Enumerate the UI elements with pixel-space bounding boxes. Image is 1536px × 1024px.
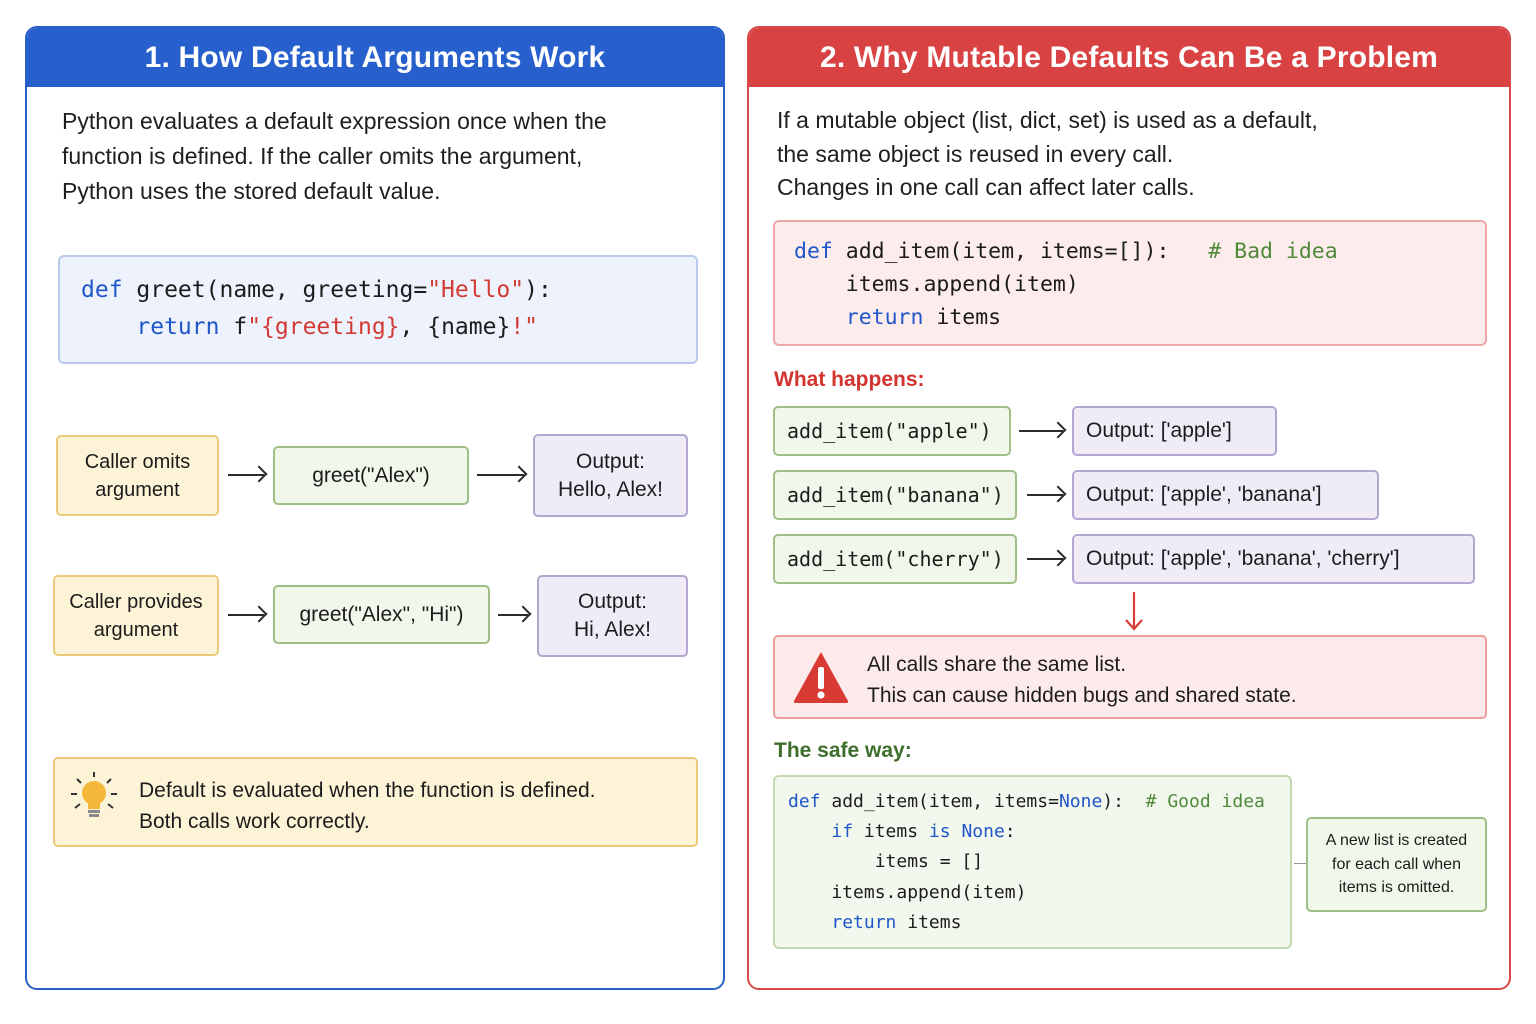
tip-callout: Default is evaluated when the function i… — [53, 757, 698, 847]
mutable-defaults-panel: 2. Why Mutable Defaults Can Be a Problem… — [747, 26, 1511, 990]
good-code-block: def add_item(item, items=None): # Good i… — [773, 775, 1292, 949]
left-panel-title: 1. How Default Arguments Work — [27, 28, 723, 87]
right-intro-line-1: If a mutable object (list, dict, set) is… — [777, 107, 1318, 133]
output-banana-box: Output: ['apple', 'banana'] — [1072, 470, 1379, 520]
greet-code-block: def greet(name, greeting="Hello"): retur… — [58, 255, 698, 364]
greet-call-box: greet("Alex") — [273, 446, 469, 505]
what-happens-label: What happens: — [774, 368, 925, 391]
right-arrow-icon — [228, 474, 264, 476]
good-code-line-1: def add_item(item, items=None): # Good i… — [788, 791, 1265, 812]
right-arrow-icon — [1027, 494, 1063, 496]
code-line-2: return f"{greeting}, {name}!" — [136, 314, 539, 340]
caller-provides-box: Caller provides argument — [53, 575, 219, 656]
right-arrow-icon — [498, 614, 528, 616]
code-line-1: def greet(name, greeting="Hello"): — [81, 277, 552, 303]
right-arrow-icon — [477, 474, 524, 476]
lightbulb-icon — [71, 772, 117, 817]
bad-code-line-3: return items — [845, 305, 1002, 330]
output-cherry-box: Output: ['apple', 'banana', 'cherry'] — [1072, 534, 1475, 584]
output-hello-box: Output: Hello, Alex! — [533, 434, 688, 517]
tip-text: Default is evaluated when the function i… — [139, 779, 596, 833]
greet-call-hi-box: greet("Alex", "Hi") — [273, 585, 490, 644]
warning-callout: All calls share the same list. This can … — [773, 635, 1487, 719]
good-code-line-2: if items is None: — [831, 821, 1016, 843]
right-arrow-icon — [228, 614, 264, 616]
call-banana-box: add_item("banana") — [773, 470, 1017, 520]
safe-way-note: A new list is created for each call when… — [1306, 817, 1487, 912]
right-panel-title: 2. Why Mutable Defaults Can Be a Problem — [749, 28, 1509, 87]
warning-triangle-icon — [793, 652, 849, 703]
left-intro-line-2: function is defined. If the caller omits… — [62, 143, 583, 169]
left-intro-line-1: Python evaluates a default expression on… — [62, 108, 607, 134]
default-arguments-panel: 1. How Default Arguments Work Python eva… — [25, 26, 725, 990]
note-connector — [1294, 863, 1306, 864]
bad-code-line-2: items.append(item) — [794, 272, 1079, 297]
right-intro-text: If a mutable object (list, dict, set) is… — [777, 104, 1497, 205]
warning-text: All calls share the same list. This can … — [867, 653, 1297, 707]
right-intro-line-2: the same object is reused in every call. — [777, 140, 1174, 167]
output-hi-box: Output: Hi, Alex! — [537, 575, 688, 657]
right-intro-line-3: Changes in one call can affect later cal… — [777, 174, 1195, 200]
good-code-line-4: items.append(item) — [788, 881, 1027, 903]
left-intro-line-3: Python uses the stored default value. — [62, 178, 441, 204]
down-arrow-icon — [1125, 592, 1143, 631]
output-apple-box: Output: ['apple'] — [1072, 406, 1277, 456]
bad-code-line-1: def add_item(item, items=[]): # Bad idea — [794, 239, 1338, 264]
left-intro-text: Python evaluates a default expression on… — [62, 104, 702, 209]
caller-omits-box: Caller omits argument — [56, 435, 219, 516]
right-arrow-icon — [1019, 430, 1063, 432]
bad-code-block: def add_item(item, items=[]): # Bad idea… — [773, 220, 1487, 346]
call-apple-box: add_item("apple") — [773, 406, 1011, 456]
right-arrow-icon — [1027, 558, 1063, 560]
good-code-line-5: return items — [831, 911, 962, 933]
good-code-line-3: items = [] — [788, 851, 984, 873]
safe-way-label: The safe way: — [774, 739, 912, 762]
call-cherry-box: add_item("cherry") — [773, 534, 1017, 584]
